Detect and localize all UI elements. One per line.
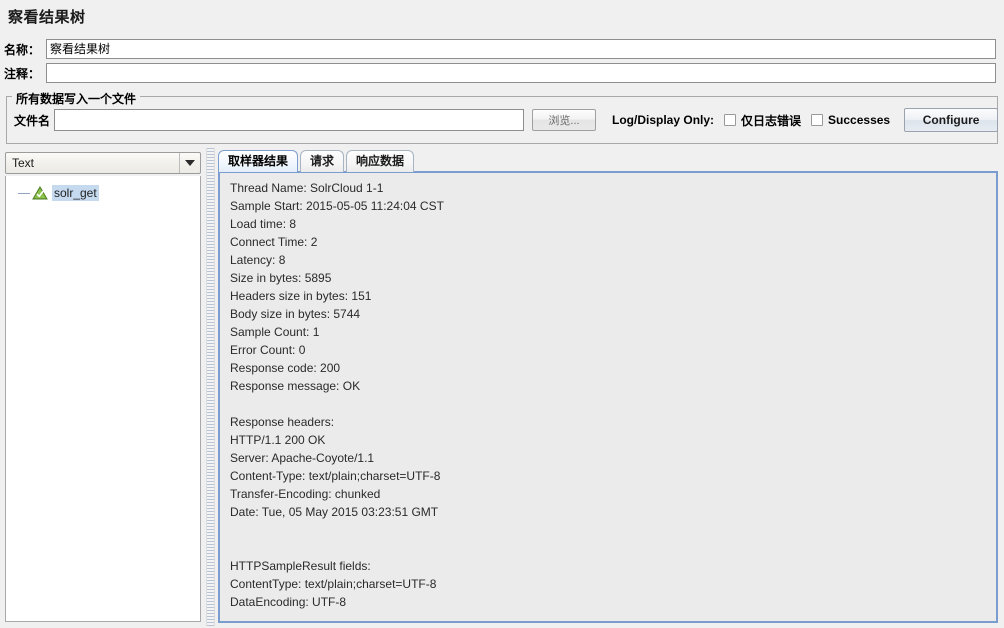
right-pane: 取样器结果 请求 响应数据 Thread Name: SolrCloud 1-1… bbox=[216, 148, 1002, 626]
tab-sampler-result[interactable]: 取样器结果 bbox=[218, 150, 299, 172]
tree-item-solr-get[interactable]: solr_get bbox=[18, 184, 99, 202]
comment-row: 注释： bbox=[4, 62, 1000, 84]
tree-item-label: solr_get bbox=[52, 185, 99, 201]
render-selector[interactable]: Text bbox=[5, 152, 201, 174]
filename-input[interactable] bbox=[54, 109, 525, 131]
page-title: 察看结果树 bbox=[8, 9, 86, 26]
title-bar: 察看结果树 bbox=[0, 0, 1004, 34]
result-line: Error Count: 0 bbox=[230, 343, 306, 357]
checkbox-box-successes[interactable] bbox=[811, 114, 824, 126]
errors-only-checkbox[interactable]: 仅日志错误 bbox=[724, 112, 801, 129]
log-display-only-label: Log/Display Only: bbox=[612, 113, 715, 127]
result-line: DataEncoding: UTF-8 bbox=[230, 595, 347, 609]
tree-branch-line bbox=[18, 192, 30, 194]
result-line: Latency: 8 bbox=[230, 253, 286, 267]
result-line-blank bbox=[230, 395, 992, 413]
filename-label: 文件名 bbox=[14, 113, 51, 128]
result-line: Connect Time: 2 bbox=[230, 235, 318, 249]
browse-button[interactable]: 浏览... bbox=[532, 109, 597, 131]
result-line: Size in bytes: 5895 bbox=[230, 271, 332, 285]
result-line: Sample Count: 1 bbox=[230, 325, 320, 339]
configure-button[interactable]: Configure bbox=[904, 108, 999, 132]
name-label: 名称： bbox=[4, 42, 41, 57]
write-all-data-group-title: 所有数据写入一个文件 bbox=[12, 90, 141, 107]
result-line: Thread Name: SolrCloud 1-1 bbox=[230, 181, 384, 195]
result-line: Response headers: bbox=[230, 415, 335, 429]
result-line-blank bbox=[230, 521, 992, 539]
result-line: Response message: OK bbox=[230, 379, 361, 393]
successes-label: Successes bbox=[828, 113, 891, 127]
result-line: Headers size in bytes: 151 bbox=[230, 289, 372, 303]
view-results-tree-panel: 察看结果树 名称： 察看结果树 注释： 所有数据写入一个文件 文件名 浏览...… bbox=[0, 0, 1004, 628]
tab-request[interactable]: 请求 bbox=[300, 150, 345, 172]
comment-input[interactable] bbox=[46, 63, 996, 83]
result-tabs: 取样器结果 请求 响应数据 bbox=[218, 150, 416, 172]
split-divider[interactable] bbox=[206, 148, 215, 626]
result-line: HTTP/1.1 200 OK bbox=[230, 433, 326, 447]
comment-label: 注释： bbox=[4, 66, 41, 81]
chevron-down-icon[interactable] bbox=[179, 153, 200, 173]
file-row: 文件名 浏览... Log/Display Only: 仅日志错误 Succes… bbox=[14, 108, 999, 132]
left-pane: Text solr_get bbox=[2, 148, 205, 626]
result-line: Load time: 8 bbox=[230, 217, 297, 231]
checkbox-box-errors-only[interactable] bbox=[724, 114, 737, 126]
result-line: Response code: 200 bbox=[230, 361, 341, 375]
name-row: 名称： 察看结果树 bbox=[4, 38, 1000, 60]
result-line: ContentType: text/plain;charset=UTF-8 bbox=[230, 577, 437, 591]
result-line: Date: Tue, 05 May 2015 03:23:51 GMT bbox=[230, 505, 439, 519]
result-line: HTTPSampleResult fields: bbox=[230, 559, 371, 573]
results-split-pane: Text solr_get 取样器结果 请求 响应数据 Thread Name:… bbox=[2, 148, 1002, 626]
sample-result-tree[interactable]: solr_get bbox=[5, 176, 201, 622]
sampler-result-text: Thread Name: SolrCloud 1-1 Sample Start: … bbox=[230, 179, 992, 611]
result-line: Sample Start: 2015-05-05 11:24:04 CST bbox=[230, 199, 444, 213]
sampler-result-panel[interactable]: Thread Name: SolrCloud 1-1 Sample Start: … bbox=[218, 171, 998, 623]
result-line: Content-Type: text/plain;charset=UTF-8 bbox=[230, 469, 441, 483]
result-line: Transfer-Encoding: chunked bbox=[230, 487, 381, 501]
result-line: Body size in bytes: 5744 bbox=[230, 307, 361, 321]
errors-only-label: 仅日志错误 bbox=[741, 113, 802, 128]
success-triangle-icon bbox=[32, 185, 48, 201]
result-line: Server: Apache-Coyote/1.1 bbox=[230, 451, 375, 465]
successes-checkbox[interactable]: Successes bbox=[811, 113, 890, 127]
render-selector-value: Text bbox=[12, 156, 35, 170]
name-input[interactable]: 察看结果树 bbox=[46, 39, 996, 59]
tab-response-data[interactable]: 响应数据 bbox=[346, 150, 415, 172]
result-line-blank bbox=[230, 539, 992, 557]
